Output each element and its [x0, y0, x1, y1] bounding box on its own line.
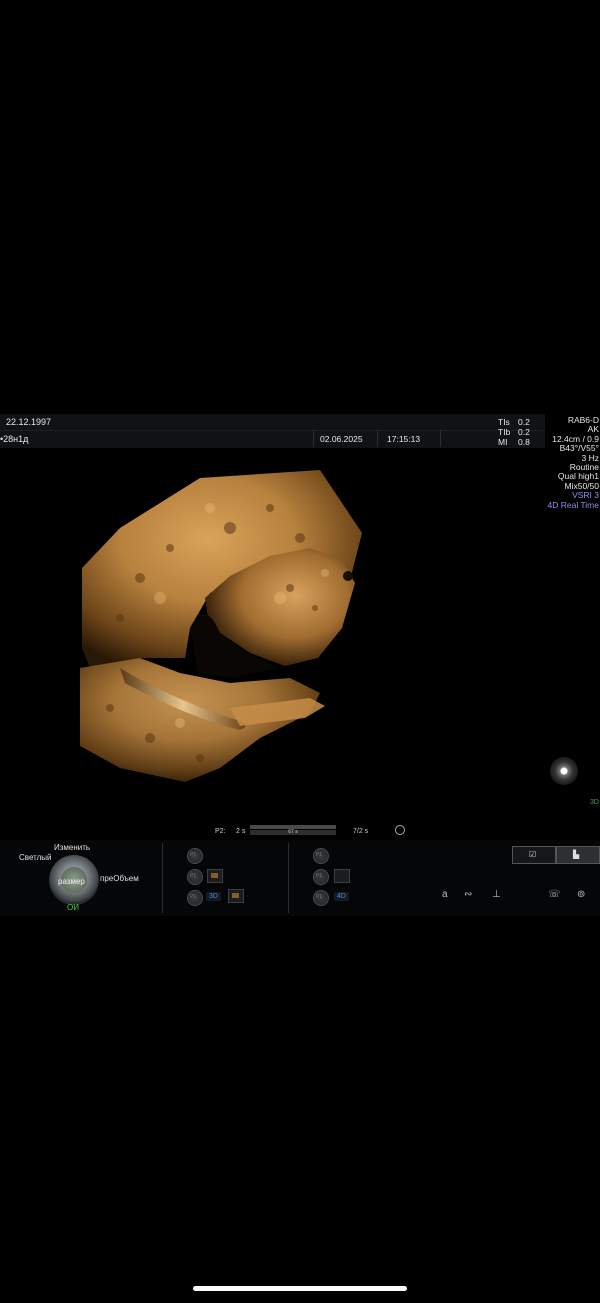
tab-histogram[interactable]: ▙	[556, 846, 600, 864]
cine-rate: 7/2 s	[353, 828, 369, 835]
panel-button[interactable]: P1	[187, 869, 203, 885]
tib-readout: TIb 0.2	[498, 427, 530, 437]
bar-chart-icon: ▙	[573, 850, 580, 859]
layout-icon[interactable]	[334, 869, 350, 883]
panel-divider	[162, 843, 163, 913]
cine-duration: 67 s	[250, 830, 336, 835]
knob-center-label: размер	[58, 877, 85, 886]
mi-value: 0.8	[518, 437, 530, 447]
ultrasound-3d-render[interactable]	[80, 468, 370, 788]
knob-right-label: преОбъем	[100, 874, 139, 883]
knob-bottom-label: ОИ	[67, 903, 79, 912]
patient-dob: 22.12.1997	[6, 417, 52, 427]
panel-button[interactable]: P1	[187, 848, 203, 864]
acquisition-parameters: RAB6-D AK 12.4cm / 0.9 B43°/V55° 3 Hz Ro…	[547, 415, 600, 510]
panel-divider	[288, 843, 289, 913]
panel-button[interactable]: P1	[313, 869, 329, 885]
render-preview-icon[interactable]	[228, 889, 244, 903]
exam-time: 17:15:13	[387, 434, 421, 444]
panel-button[interactable]: P1	[313, 890, 329, 906]
panel-button[interactable]: P1	[187, 890, 203, 906]
tib-label: TIb	[498, 427, 511, 437]
mode-3d-tag[interactable]: 3D	[206, 892, 221, 901]
header-divider	[377, 430, 378, 447]
imaging-mode: 4D Real Time	[547, 499, 600, 510]
mode-4d-tag[interactable]: 4D	[334, 892, 349, 901]
cine-left-value: 2 s	[236, 828, 246, 835]
mi-label: MI	[498, 437, 508, 447]
checkbox-icon: ☑	[529, 850, 537, 859]
settings-icon[interactable]: ⊚	[577, 889, 585, 900]
settings-gear-icon[interactable]	[395, 825, 405, 835]
cine-progress-bar[interactable]: 67 s	[250, 825, 336, 835]
exam-date: 02.06.2025	[320, 434, 363, 444]
panel-button[interactable]: P1	[313, 848, 329, 864]
tis-value: 0.2	[518, 417, 530, 427]
gestational-age: •28н1д	[0, 434, 29, 444]
patient-header-bar: 22.12.1997 •28н1д 02.06.2025 17:15:13 TI…	[0, 414, 545, 448]
phone-icon[interactable]: ☏	[548, 889, 561, 900]
render-image-icon[interactable]	[207, 869, 223, 883]
knob-top-label: Изменить	[54, 843, 91, 852]
header-top-row	[0, 414, 545, 431]
annotation-icon[interactable]: a	[442, 889, 448, 900]
tib-value: 0.2	[518, 427, 530, 437]
cine-label: P2:	[215, 828, 226, 835]
home-indicator[interactable]	[193, 1286, 407, 1291]
tis-readout: TIs 0.2	[498, 417, 530, 427]
light-source-indicator[interactable]	[550, 757, 578, 785]
knob-left-label: Светлый	[19, 853, 52, 862]
mi-readout: MI 0.8	[498, 437, 530, 447]
tab-checklist[interactable]: ☑	[512, 846, 556, 864]
edge-mode-label: 3D	[590, 799, 599, 806]
tis-label: TIs	[498, 417, 510, 427]
header-divider	[313, 430, 314, 447]
network-icon[interactable]: ⊥	[492, 889, 501, 900]
link-icon[interactable]: ∾	[464, 889, 472, 900]
header-divider	[440, 430, 441, 447]
